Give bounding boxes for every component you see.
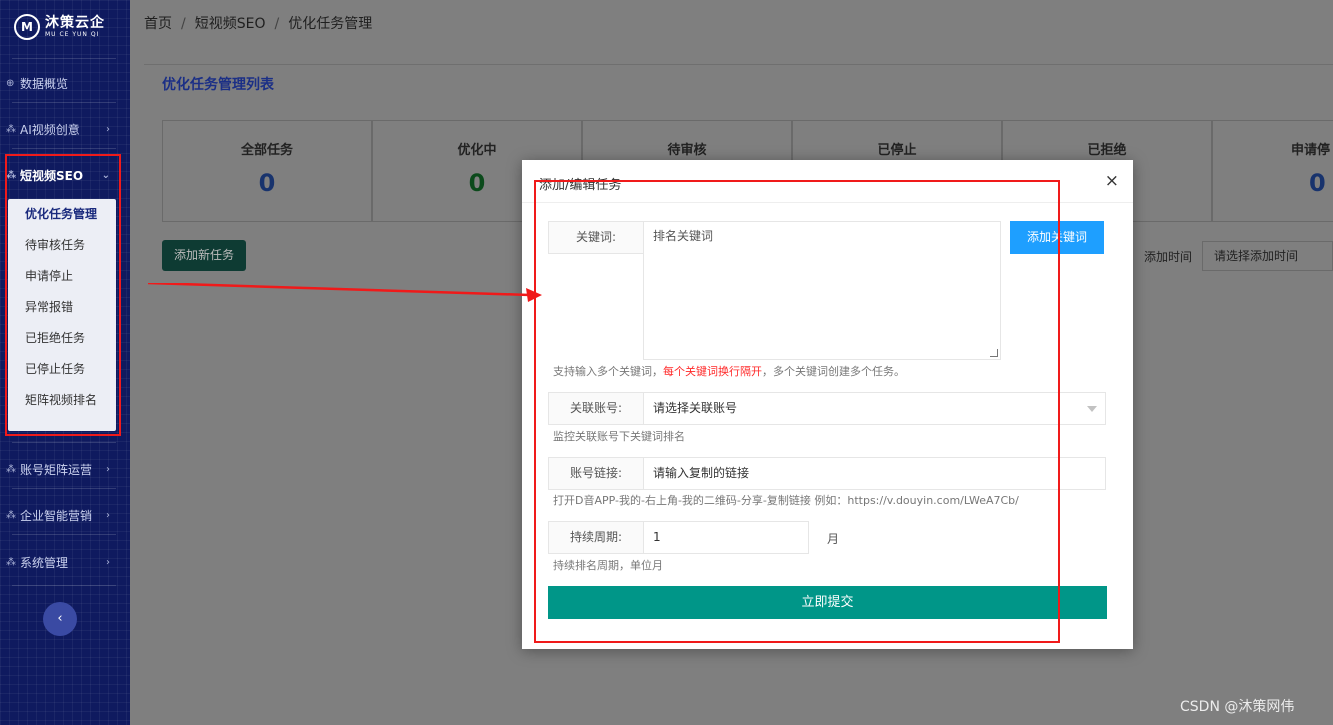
breadcrumb-separator: / [274, 16, 280, 32]
sidebar-item-label: 系统管理 [20, 555, 69, 570]
sidebar-item-system[interactable]: ⁂ 系统管理 › [6, 547, 116, 577]
submenu-item-pending[interactable]: 待审核任务 [8, 230, 116, 261]
edit-task-modal: 添加/编辑任务 × 关键词: 排名关键词 添加关键词 支持输入多个关键词，每个关… [522, 160, 1133, 649]
video-icon: ⁂ [6, 123, 16, 135]
keyword-label: 关键词: [548, 221, 644, 254]
chevron-down-icon: ⌄ [101, 169, 110, 181]
stat-value: 0 [1309, 169, 1326, 197]
account-select[interactable]: 请选择关联账号 [643, 392, 1106, 425]
watermark: CSDN @沐策网伟 [1180, 699, 1295, 715]
panel-title: 优化任务管理列表 [162, 77, 274, 93]
caret-down-icon [1087, 406, 1097, 412]
resize-handle-icon[interactable] [990, 349, 998, 357]
submenu-item-errors[interactable]: 异常报错 [8, 292, 116, 323]
nav-divider [12, 534, 116, 535]
stat-label: 申请停 [1291, 143, 1331, 158]
filter-date-input[interactable]: 请选择添加时间 [1202, 241, 1333, 271]
keyword-hint-emphasis: 每个关键词换行隔开 [663, 365, 762, 378]
logo-name: 沐策云企 [45, 15, 105, 31]
sidebar-item-account-matrix[interactable]: ⁂ 账号矩阵运营 › [6, 454, 116, 484]
modal-title: 添加/编辑任务 [539, 178, 622, 193]
keyword-placeholder: 排名关键词 [653, 229, 714, 243]
account-hint: 监控关联账号下关键词排名 [553, 430, 685, 443]
period-input[interactable]: 1 [643, 521, 809, 554]
submenu-item-rejected[interactable]: 已拒绝任务 [8, 323, 116, 354]
logo-subtitle: MU CE YUN QI [45, 31, 100, 38]
sidebar-item-label: 企业智能营销 [20, 508, 93, 523]
logo: M 沐策云企 MU CE YUN QI [14, 14, 105, 40]
submit-button[interactable]: 立即提交 [548, 586, 1107, 619]
close-icon[interactable]: × [1105, 171, 1119, 191]
nav-divider [12, 585, 116, 586]
dashboard-icon: ⊕ [6, 77, 15, 89]
period-hint: 持续排名周期，单位月 [553, 559, 663, 572]
chevron-right-icon: › [106, 123, 110, 135]
chevron-right-icon: › [106, 463, 110, 475]
link-label: 账号链接: [548, 457, 644, 490]
stat-stop-request[interactable]: 申请停 0 [1212, 120, 1333, 222]
stat-value: 0 [258, 169, 276, 197]
breadcrumb-current: 优化任务管理 [288, 16, 373, 32]
add-task-button[interactable]: 添加新任务 [162, 240, 246, 271]
collapse-sidebar-button[interactable]: ‹ [43, 602, 77, 636]
breadcrumb-home[interactable]: 首页 [144, 16, 172, 32]
sidebar-item-ai-video[interactable]: ⁂ AI视频创意 › [6, 114, 116, 144]
period-label: 持续周期: [548, 521, 644, 554]
submenu-item-stop-request[interactable]: 申请停止 [8, 261, 116, 292]
filter-date-label: 添加时间 [1144, 250, 1193, 264]
sidebar-item-label: AI视频创意 [20, 122, 80, 137]
stat-label: 优化中 [457, 143, 497, 158]
nav-divider [12, 488, 116, 489]
stat-label: 已拒绝 [1087, 143, 1127, 158]
add-keyword-button[interactable]: 添加关键词 [1010, 221, 1104, 254]
stat-label: 已停止 [877, 143, 917, 158]
sidebar-item-label: 账号矩阵运营 [20, 462, 93, 477]
seo-submenu: 优化任务管理 待审核任务 申请停止 异常报错 已拒绝任务 已停止任务 矩阵视频排… [8, 199, 116, 431]
link-input[interactable]: 请输入复制的链接 [643, 457, 1106, 490]
period-unit: 月 [827, 532, 840, 546]
period-value: 1 [653, 530, 661, 544]
sidebar-item-marketing[interactable]: ⁂ 企业智能营销 › [6, 500, 116, 530]
marketing-icon: ⁂ [6, 509, 16, 521]
sidebar-item-dashboard[interactable]: ⊕ 数据概览 [6, 68, 116, 98]
sidebar-item-label: 短视频SEO [20, 168, 84, 183]
submenu-item-matrix-ranking[interactable]: 矩阵视频排名 [8, 385, 116, 416]
nav-divider [12, 148, 116, 149]
submenu-item-optimize[interactable]: 优化任务管理 [8, 199, 116, 230]
nav-divider [12, 102, 116, 103]
sidebar-item-seo[interactable]: ⁂ 短视频SEO ⌄ [6, 160, 116, 190]
chevron-right-icon: › [106, 556, 110, 568]
matrix-icon: ⁂ [6, 463, 16, 475]
link-placeholder: 请输入复制的链接 [653, 466, 750, 480]
nav-divider [12, 442, 116, 443]
sidebar: M 沐策云企 MU CE YUN QI ⊕ 数据概览 ⁂ AI视频创意 › ⁂ … [0, 0, 130, 725]
modal-header: 添加/编辑任务 × [522, 160, 1133, 203]
breadcrumb-seo[interactable]: 短视频SEO [195, 16, 266, 32]
account-label: 关联账号: [548, 392, 644, 425]
stat-label: 待审核 [667, 143, 707, 158]
link-hint: 打开D音APP-我的-右上角-我的二维码-分享-复制链接 例如：https://… [553, 494, 1019, 507]
keyword-hint: 支持输入多个关键词，每个关键词换行隔开，多个关键词创建多个任务。 [553, 365, 905, 378]
stat-label: 全部任务 [240, 143, 293, 158]
account-select-value: 请选择关联账号 [653, 401, 738, 415]
nav-divider [12, 58, 116, 59]
keyword-textarea[interactable]: 排名关键词 [643, 221, 1001, 360]
sidebar-item-label: 数据概览 [20, 76, 69, 91]
submenu-item-stopped[interactable]: 已停止任务 [8, 354, 116, 385]
seo-icon: ⁂ [6, 169, 17, 181]
settings-icon: ⁂ [6, 556, 16, 568]
breadcrumb: 首页 / 短视频SEO / 优化任务管理 [144, 13, 372, 33]
stat-all[interactable]: 全部任务 0 [162, 120, 372, 222]
chevron-right-icon: › [106, 509, 110, 521]
breadcrumb-separator: / [181, 16, 186, 32]
logo-mark-icon: M [14, 14, 40, 40]
